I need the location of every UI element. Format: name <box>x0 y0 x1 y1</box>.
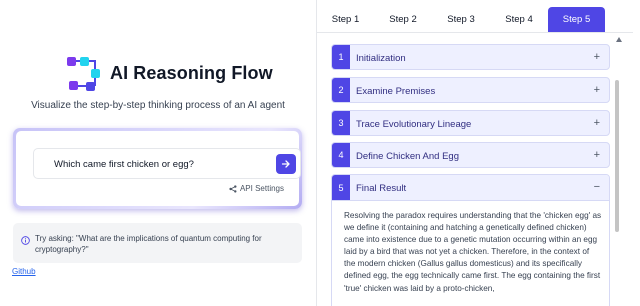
step-title: Initialization <box>356 53 406 64</box>
step-item-1[interactable]: 1 Initialization + <box>331 44 610 70</box>
tab-step-5[interactable]: Step 5 <box>548 7 605 32</box>
step-number: 4 <box>332 143 350 167</box>
api-settings-button[interactable]: API Settings <box>229 184 284 193</box>
tabs-underline <box>317 32 633 33</box>
step-item-4[interactable]: 4 Define Chicken And Egg + <box>331 142 610 168</box>
flow-logo-icon <box>66 55 102 91</box>
step-number: 5 <box>332 175 350 200</box>
step-title: Examine Premises <box>356 86 436 97</box>
query-input-value: Which came first chicken or egg? <box>54 159 194 170</box>
tab-step-3[interactable]: Step 3 <box>432 7 490 32</box>
info-icon <box>21 236 30 245</box>
app-subtitle: Visualize the step-by-step thinking proc… <box>31 100 285 111</box>
tab-step-4[interactable]: Step 4 <box>490 7 548 32</box>
app-title: AI Reasoning Flow <box>110 62 273 83</box>
expand-icon[interactable]: + <box>594 149 600 161</box>
hint-text: Try asking: "What are the implications o… <box>35 234 262 254</box>
api-settings-label: API Settings <box>239 184 284 193</box>
scrollbar-thumb[interactable] <box>615 80 619 232</box>
step-item-5: 5 Final Result − Resolving the paradox r… <box>331 174 610 306</box>
share-icon <box>229 184 237 193</box>
query-card: Which came first chicken or egg? API Set… <box>13 128 302 209</box>
step-item-3[interactable]: 3 Trace Evolutionary Lineage + <box>331 110 610 136</box>
scroll-up-arrow-icon[interactable] <box>616 37 622 42</box>
final-result-text: Resolving the paradox requires understan… <box>344 211 602 293</box>
expand-icon[interactable]: + <box>594 117 600 129</box>
step-tabs: Step 1 Step 2 Step 3 Step 4 Step 5 <box>317 7 633 32</box>
submit-button[interactable] <box>276 154 296 174</box>
step-number: 3 <box>332 111 350 135</box>
collapse-icon[interactable]: − <box>594 181 600 193</box>
app-header: AI Reasoning Flow <box>66 55 273 91</box>
step-item-5-header[interactable]: 5 Final Result − <box>332 175 609 201</box>
step-title: Trace Evolutionary Lineage <box>356 119 472 130</box>
expand-icon[interactable]: + <box>594 51 600 63</box>
tab-step-1[interactable]: Step 1 <box>317 7 374 32</box>
suggestion-hint[interactable]: Try asking: "What are the implications o… <box>13 223 302 263</box>
arrow-right-icon <box>281 160 290 168</box>
tab-step-2[interactable]: Step 2 <box>374 7 432 32</box>
github-link[interactable]: Github <box>12 267 36 276</box>
step-item-2[interactable]: 2 Examine Premises + <box>331 77 610 103</box>
query-card-inner: Which came first chicken or egg? API Set… <box>16 131 301 206</box>
right-panel: Step 1 Step 2 Step 3 Step 4 Step 5 1 Ini… <box>317 0 640 306</box>
expand-icon[interactable]: + <box>594 84 600 96</box>
step-title: Define Chicken And Egg <box>356 151 459 162</box>
step-number: 1 <box>332 45 350 69</box>
step-number: 2 <box>332 78 350 102</box>
step-title: Final Result <box>356 183 407 194</box>
query-input[interactable]: Which came first chicken or egg? <box>33 148 301 179</box>
left-panel: AI Reasoning Flow Visualize the step-by-… <box>0 0 316 306</box>
